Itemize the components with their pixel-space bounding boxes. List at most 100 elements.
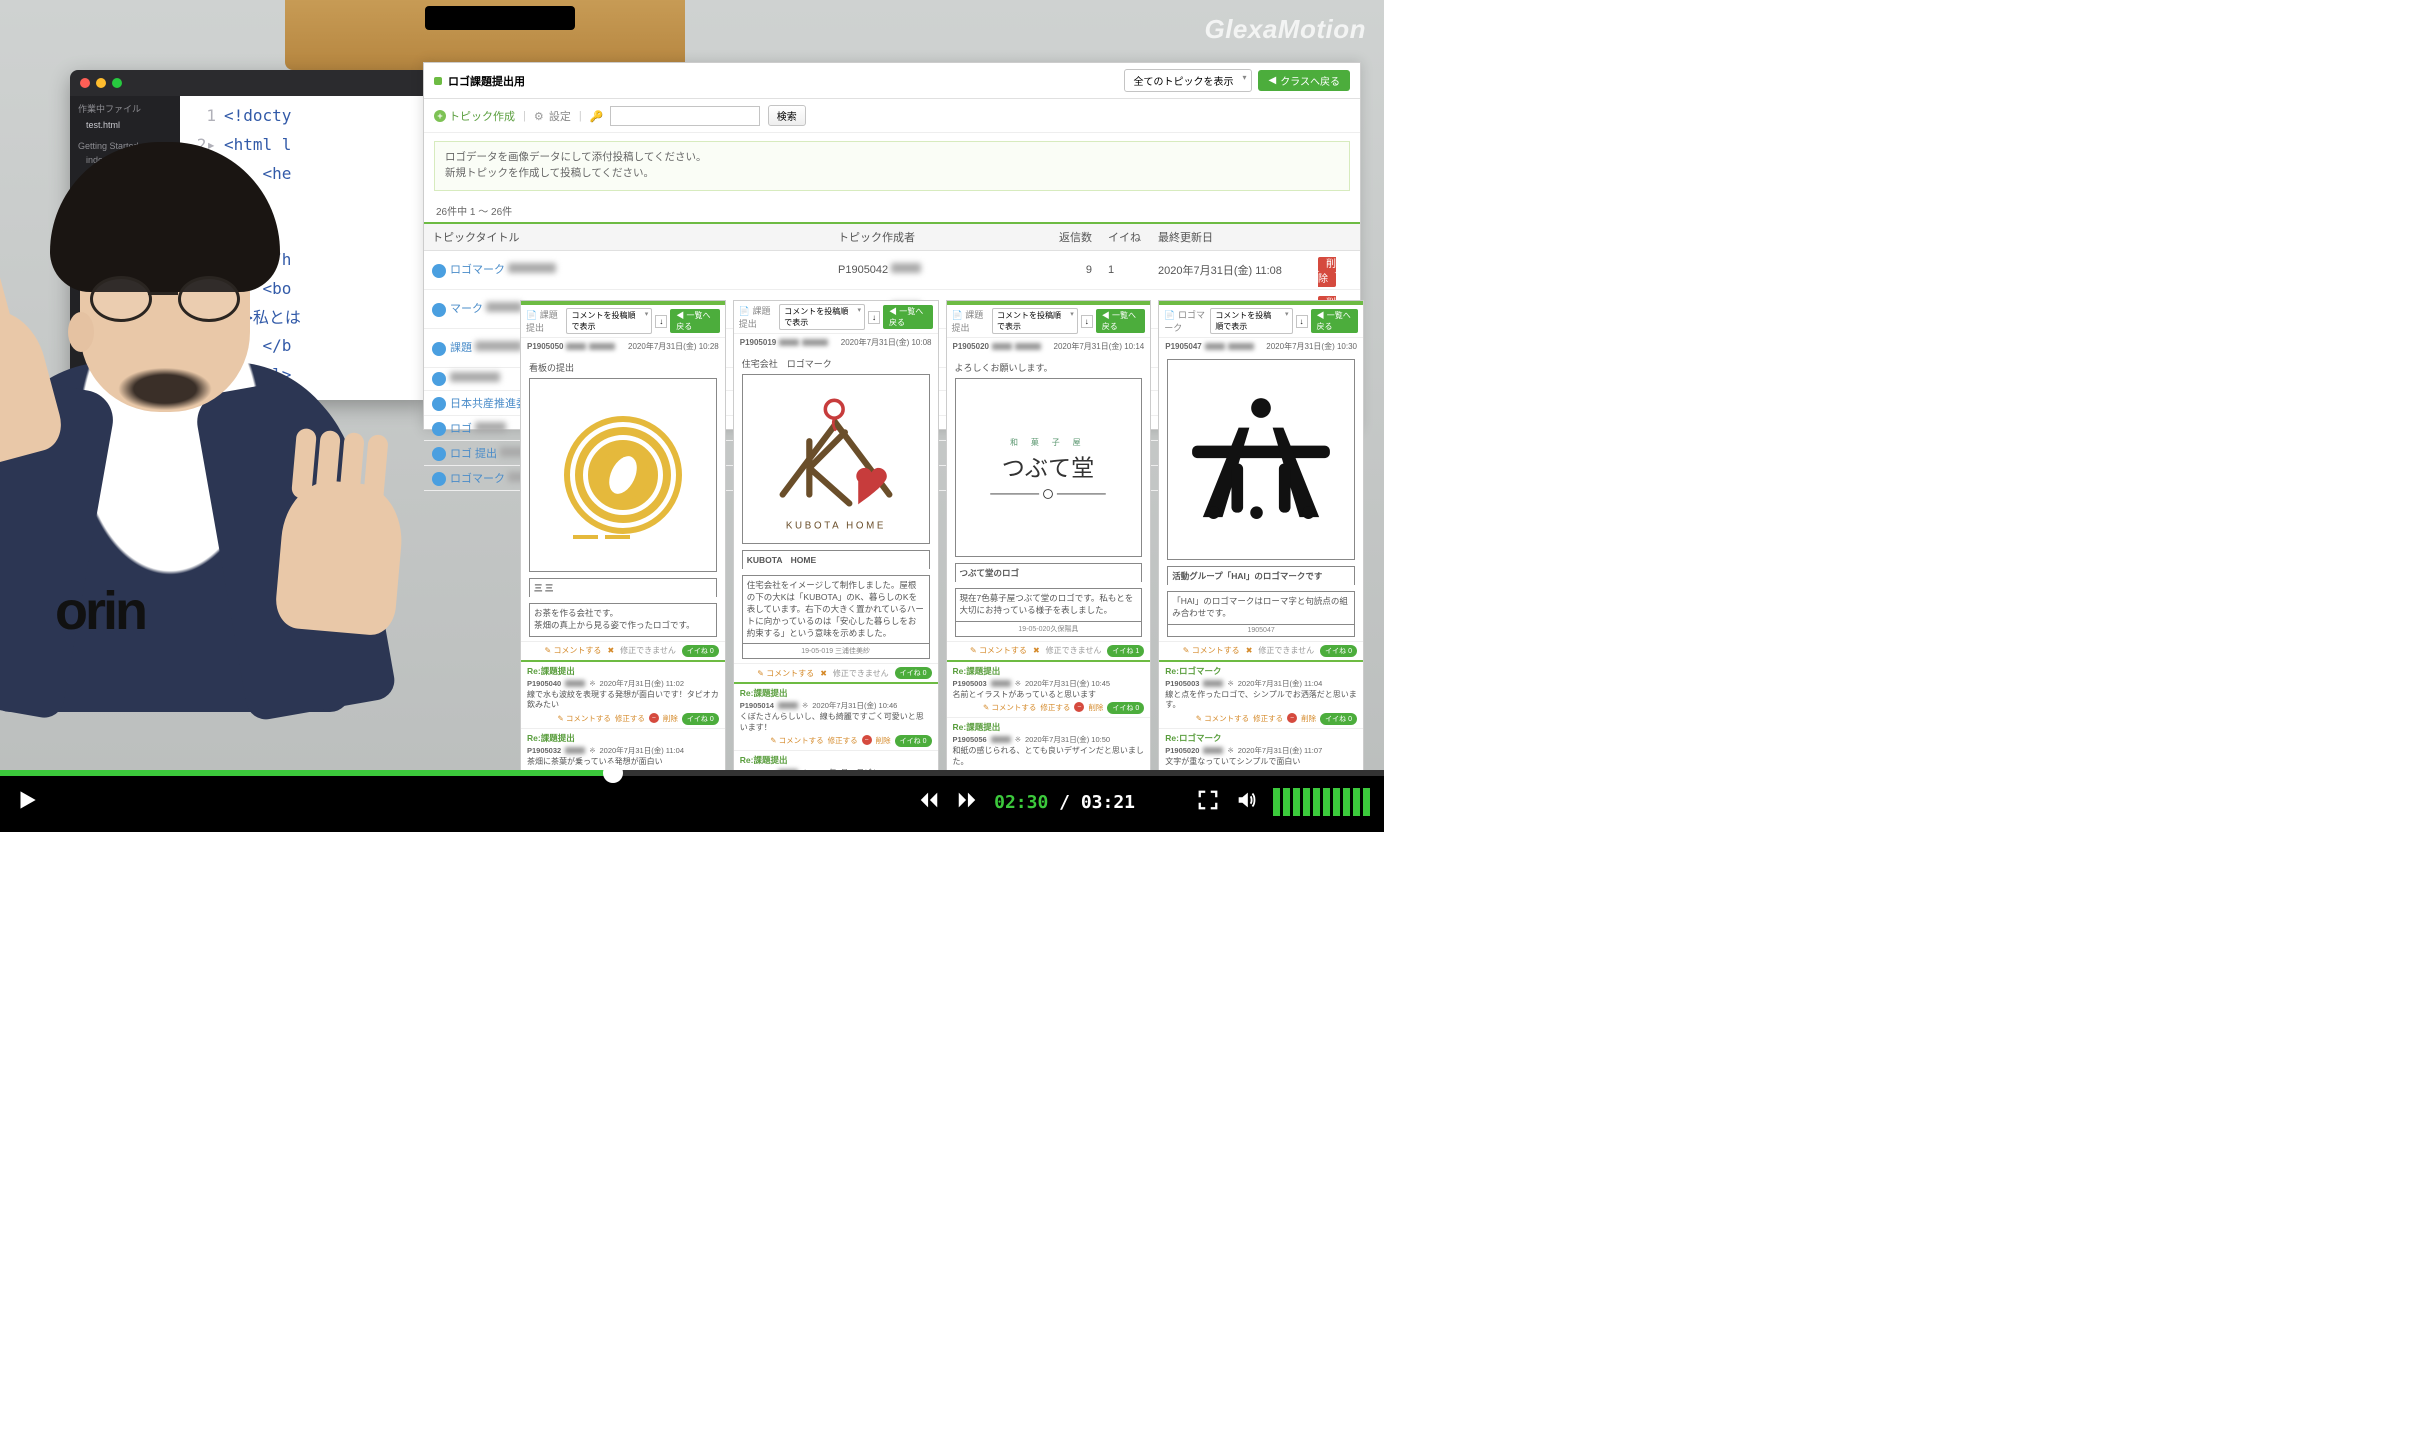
gear-icon: ⚙ <box>534 110 546 122</box>
topic-link[interactable]: ロゴ <box>450 423 472 435</box>
reply-item: Re:課題提出P1905014 ※ 2020年7月31日(金) 10:46くぼた… <box>734 684 938 751</box>
reply-edit-button[interactable]: 修正する <box>828 735 858 747</box>
time-display: 02:30 / 03:21 <box>994 792 1135 813</box>
reply-delete-button[interactable]: 削除 <box>876 735 891 747</box>
search-input[interactable] <box>610 106 760 126</box>
like-badge[interactable]: イイね 0 <box>895 667 932 679</box>
reply-timestamp: 2020年7月31日(金) 11:04 <box>600 745 685 756</box>
rewind-button[interactable] <box>918 789 940 816</box>
desc-title: つぶて堂のロゴ <box>955 563 1143 582</box>
desc-title: KUBOTA HOME <box>742 550 930 569</box>
table-row[interactable]: ロゴマーク P1905042 912020年7月31日(金) 11:08削除 <box>424 250 1360 289</box>
reply-author-id: P1905032 <box>527 746 561 755</box>
reply-delete-button[interactable]: 削除 <box>1301 713 1316 725</box>
like-badge[interactable]: イイね 0 <box>682 645 719 657</box>
topic-link[interactable]: 課題 <box>450 342 472 354</box>
card-sort-select[interactable]: コメントを投稿順で表示 <box>992 308 1078 334</box>
reply-title: Re:ロゴマーク <box>1165 732 1357 744</box>
card-breadcrumb: 📄 課題提出 <box>739 304 779 330</box>
reply-author-id: P1905040 <box>527 679 561 688</box>
progress-filled <box>0 770 613 776</box>
reply-like-badge[interactable]: イイね 0 <box>1320 713 1357 725</box>
card-subtitle: 住宅会社 ロゴマーク <box>742 357 930 370</box>
reply-like-badge[interactable]: イイね 0 <box>682 713 719 725</box>
card-description: 住宅会社をイメージして制作しました。屋根の下の大Kは「KUBOTA」のK、暮らし… <box>742 575 930 644</box>
card-sort-order[interactable]: ↓ <box>1296 315 1308 328</box>
play-button[interactable] <box>14 787 40 818</box>
comment-button[interactable]: コメントする <box>757 668 814 679</box>
topic-link[interactable]: ロゴ 提出 <box>450 448 497 460</box>
card-sort-select[interactable]: コメントを投稿順で表示 <box>1210 308 1292 334</box>
desc-title: 三 三 <box>529 578 717 597</box>
reply-title: Re:課題提出 <box>740 754 932 766</box>
card-sort-select[interactable]: コメントを投稿順で表示 <box>779 304 865 330</box>
progress-bar[interactable] <box>0 770 1384 776</box>
svg-text:つぶて堂: つぶて堂 <box>1002 455 1094 481</box>
submission-card: 📄 課題提出コメントを投稿順で表示↓◀ 一覧へ戻るP1905019 2020年7… <box>733 300 939 772</box>
comment-button[interactable]: コメントする <box>545 645 602 656</box>
card-breadcrumb: 📄 課題提出 <box>952 308 992 334</box>
no-edit-icon: ✖ <box>820 669 827 678</box>
comment-button[interactable]: コメントする <box>970 645 1027 656</box>
reply-delete-button[interactable]: 削除 <box>663 713 678 725</box>
comment-button[interactable]: コメントする <box>1183 645 1240 656</box>
watermark-logo: GlexaMotion <box>1204 14 1366 45</box>
back-to-class-button[interactable]: ◀ クラスへ戻る <box>1258 70 1350 91</box>
topic-filter-select[interactable]: 全てのトピックを表示 <box>1124 69 1252 92</box>
card-sort-order[interactable]: ↓ <box>655 315 667 328</box>
card-timestamp: 2020年7月31日(金) 10:08 <box>841 337 932 348</box>
volume-meter[interactable] <box>1273 788 1370 816</box>
topic-link[interactable]: ロゴマーク <box>450 264 505 276</box>
card-sort-order[interactable]: ↓ <box>1081 315 1093 328</box>
reply-text: 和紙の感じられる、とても良いデザインだと思いました。 <box>953 746 1145 767</box>
search-button[interactable]: 検索 <box>768 105 806 126</box>
like-badge[interactable]: イイね 1 <box>1107 645 1144 657</box>
topic-icon <box>432 397 446 411</box>
fullscreen-button[interactable] <box>1197 789 1219 816</box>
card-author-id: P1905050 <box>527 341 615 352</box>
volume-button[interactable] <box>1235 789 1257 816</box>
forum-title: ロゴ課題提出用 <box>448 73 525 89</box>
topic-icon <box>432 372 446 386</box>
forward-button[interactable] <box>956 789 978 816</box>
no-edit-icon: ✖ <box>607 646 614 655</box>
topic-link[interactable]: ロゴマーク <box>450 473 505 485</box>
topic-link[interactable]: 日本共産推進委 <box>450 398 527 410</box>
reply-like-badge[interactable]: イイね 0 <box>1107 702 1144 714</box>
card-description: お茶を作る会社です。茶畑の真上から見る姿で作ったロゴです。 <box>529 603 717 637</box>
delete-icon[interactable]: – <box>1287 713 1297 723</box>
card-sort-select[interactable]: コメントを投稿順で表示 <box>566 308 652 334</box>
card-back-button[interactable]: ◀ 一覧へ戻る <box>1311 309 1359 333</box>
delete-icon[interactable]: – <box>649 713 659 723</box>
submitted-logo: KUBOTA HOME <box>742 374 930 544</box>
submitted-logo <box>1167 359 1355 560</box>
reply-comment-button[interactable]: コメントする <box>558 713 611 725</box>
reply-comment-button[interactable]: コメントする <box>983 702 1036 714</box>
card-back-button[interactable]: ◀ 一覧へ戻る <box>883 305 933 329</box>
submission-card: 📄 ロゴマークコメントを投稿順で表示↓◀ 一覧へ戻るP1905047 2020年… <box>1158 300 1364 772</box>
key-icon[interactable]: 🔑 <box>590 110 602 122</box>
reply-comment-button[interactable]: コメントする <box>1196 713 1249 725</box>
reply-comment-button[interactable]: コメントする <box>770 735 823 747</box>
reply-edit-button[interactable]: 修正する <box>615 713 645 725</box>
delete-icon[interactable]: – <box>862 735 872 745</box>
like-badge[interactable]: イイね 0 <box>1320 645 1357 657</box>
reply-delete-button[interactable]: 削除 <box>1088 702 1103 714</box>
new-topic-button[interactable]: +トピック作成 <box>434 108 515 124</box>
delete-button[interactable]: 削除 <box>1318 257 1336 287</box>
delete-icon[interactable]: – <box>1074 702 1084 712</box>
reply-timestamp: 2020年7月31日(金) 11:04 <box>1238 678 1323 689</box>
topic-icon <box>432 447 446 461</box>
card-back-button[interactable]: ◀ 一覧へ戻る <box>1096 309 1146 333</box>
card-sort-order[interactable]: ↓ <box>868 311 880 324</box>
topic-icon <box>432 342 446 356</box>
reply-edit-button[interactable]: 修正する <box>1253 713 1283 725</box>
no-edit-label: 修正できません <box>1046 645 1102 656</box>
topic-link[interactable]: マーク <box>450 303 483 315</box>
reply-like-badge[interactable]: イイね 0 <box>895 735 932 747</box>
progress-knob-icon[interactable] <box>603 763 623 783</box>
desc-title: 活動グループ「HAI」のロゴマークです <box>1167 566 1355 585</box>
reply-edit-button[interactable]: 修正する <box>1040 702 1070 714</box>
card-back-button[interactable]: ◀ 一覧へ戻る <box>670 309 720 333</box>
settings-button[interactable]: ⚙設定 <box>534 108 571 124</box>
